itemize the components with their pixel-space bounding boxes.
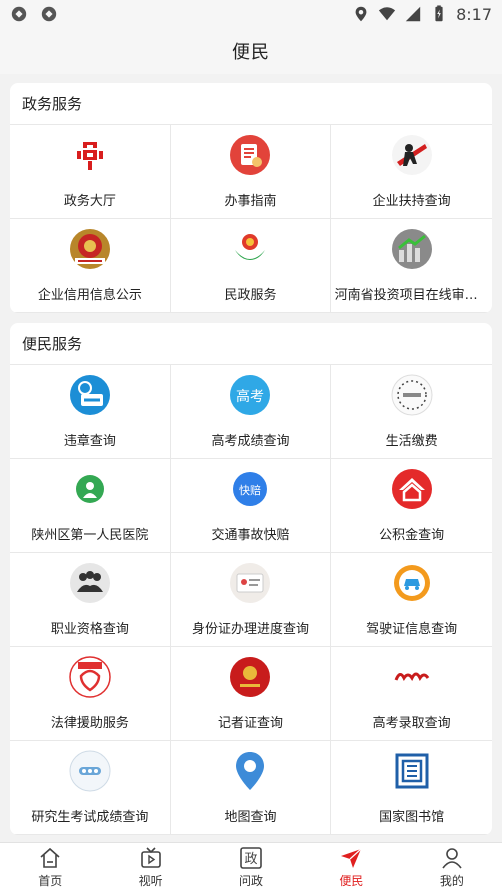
section-title: 便民服务	[10, 323, 492, 365]
guide-document-icon	[230, 135, 271, 175]
tab-mine[interactable]: 我的	[402, 843, 502, 892]
service-item-legal-aid[interactable]: 法律援助服务	[10, 647, 171, 741]
paper-plane-icon	[341, 848, 362, 868]
service-item-hospital[interactable]: 陕州区第一人民医院	[10, 459, 171, 553]
bank-logo-icon	[76, 140, 103, 170]
service-item-graduate-exam[interactable]: 研究生考试成绩查询	[10, 741, 171, 835]
sync-icon	[41, 6, 57, 22]
service-item-national-library[interactable]: 国家图书馆	[331, 741, 492, 835]
svg-text:高考: 高考	[236, 388, 264, 405]
id-card-icon	[230, 563, 271, 603]
status-time: 8:17	[456, 4, 492, 24]
tab-home[interactable]: 首页	[0, 843, 100, 892]
service-item-gov-hall[interactable]: 政务大厅	[10, 125, 171, 219]
service-item-guide[interactable]: 办事指南	[170, 125, 332, 219]
page-header: 便民	[0, 28, 502, 74]
service-item-credit-info[interactable]: 企业信用信息公示	[10, 219, 171, 313]
accident-claim-icon: 快赔	[233, 472, 268, 506]
legal-aid-icon	[69, 656, 111, 698]
home-icon	[40, 847, 60, 868]
civil-affairs-icon	[230, 229, 271, 269]
tab-video[interactable]: 视听	[100, 843, 200, 892]
service-item-investment-approval[interactable]: 河南省投资项目在线审批…	[331, 219, 492, 313]
wifi-icon	[378, 7, 396, 21]
service-item-professional-qualification[interactable]: 职业资格查询	[10, 553, 171, 647]
hospital-icon	[75, 475, 104, 503]
location-icon	[355, 6, 367, 22]
map-pin-icon	[236, 752, 265, 790]
svg-text:快赔: 快赔	[239, 483, 261, 497]
service-item-admission-query[interactable]: 高考录取查询	[331, 647, 492, 741]
traffic-violation-icon	[69, 375, 110, 415]
service-item-utility-payment[interactable]: 生活缴费	[331, 365, 492, 459]
status-bar: 8:17	[0, 0, 502, 28]
enterprise-support-icon	[391, 135, 432, 175]
sync-icon	[11, 6, 27, 22]
gaokao-icon: 高考	[230, 375, 271, 415]
service-item-accident-claim[interactable]: 快赔 交通事故快赔	[170, 459, 332, 553]
tv-play-icon	[140, 847, 161, 868]
tab-politics[interactable]: 政 问政	[201, 843, 301, 892]
service-item-id-card-progress[interactable]: 身份证办理进度查询	[170, 553, 332, 647]
housing-fund-icon	[391, 469, 432, 509]
graduate-exam-icon	[69, 750, 111, 792]
battery-icon	[435, 5, 443, 22]
national-emblem-icon	[69, 229, 110, 269]
svg-text:政: 政	[245, 852, 258, 867]
professional-qualification-icon	[69, 563, 110, 603]
service-item-gaokao-score[interactable]: 高考 高考成绩查询	[170, 365, 332, 459]
section-title: 政务服务	[10, 83, 492, 125]
zheng-badge-icon: 政	[240, 847, 262, 869]
page-title: 便民	[232, 42, 270, 63]
service-item-press-card[interactable]: 记者证查询	[170, 647, 332, 741]
public-services-card: 便民服务 违章查询 高考 高考成绩查询 生活缴费 陕州区第一人民医院 快赔 交通…	[10, 323, 492, 835]
driver-license-icon	[393, 565, 430, 601]
service-item-civil-affairs[interactable]: 民政服务	[170, 219, 332, 313]
utility-payment-icon	[391, 374, 433, 416]
service-item-enterprise-support[interactable]: 企业扶持查询	[331, 125, 492, 219]
admission-query-icon	[393, 671, 430, 683]
press-card-icon	[230, 657, 271, 697]
user-icon	[442, 848, 462, 869]
bottom-tab-bar: 首页 视听 政 问政 便民 我的	[0, 842, 502, 892]
national-library-icon	[395, 753, 429, 789]
service-list[interactable]: 政务服务 政务大厅 办事指南 企业扶持查询 企业信用信息公示 民政服务 河南省投…	[0, 74, 502, 842]
tab-convenience[interactable]: 便民	[301, 843, 401, 892]
service-item-map[interactable]: 地图查询	[170, 741, 332, 835]
service-item-violation[interactable]: 违章查询	[10, 365, 171, 459]
signal-icon	[405, 6, 421, 22]
service-item-housing-fund[interactable]: 公积金查询	[331, 459, 492, 553]
service-item-driver-license[interactable]: 驾驶证信息查询	[331, 553, 492, 647]
investment-project-icon	[391, 229, 432, 269]
gov-services-card: 政务服务 政务大厅 办事指南 企业扶持查询 企业信用信息公示 民政服务 河南省投…	[10, 83, 492, 313]
